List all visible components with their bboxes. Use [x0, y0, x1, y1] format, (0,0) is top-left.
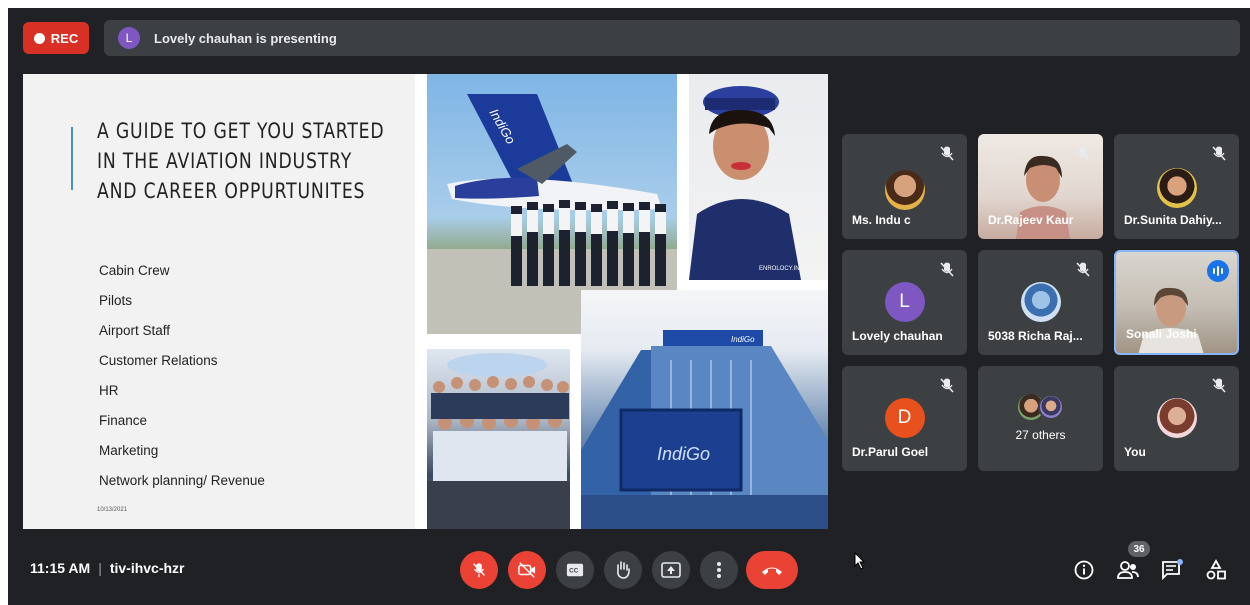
career-item: Pilots	[99, 293, 133, 308]
participant-tile[interactable]: Dr.Sunita Dahiy...	[1114, 134, 1239, 239]
more-options-button[interactable]	[700, 551, 738, 589]
participant-name: Dr.Parul Goel	[852, 445, 929, 459]
participant-name: Lovely chauhan	[852, 329, 943, 343]
mic-off-icon	[1076, 262, 1090, 277]
participant-video	[1138, 287, 1204, 353]
participant-avatar: L	[884, 282, 925, 322]
chat-icon	[1162, 559, 1183, 581]
recording-label: REC	[50, 30, 79, 46]
participant-avatar	[1020, 282, 1061, 322]
participant-avatar	[1038, 394, 1064, 420]
participant-name: Ms. Indu c	[852, 213, 911, 227]
slide-text-panel: A GUIDE TO GET YOU STARTED IN THE AVIATI…	[23, 74, 415, 529]
career-item: Customer Relations	[99, 353, 218, 368]
leave-call-icon	[762, 567, 782, 575]
career-item: Airport Staff	[99, 323, 171, 338]
camera-toggle-button[interactable]	[508, 551, 546, 589]
meeting-code: tiv-ihvc-hzr	[109, 560, 185, 576]
present-now-button[interactable]	[652, 551, 690, 589]
participant-avatar	[884, 170, 925, 210]
participant-tile[interactable]: 5038 Richa Raj...	[978, 250, 1103, 355]
career-item: Network planning/ Revenue	[99, 473, 265, 488]
self-tile[interactable]: You	[1114, 366, 1239, 471]
others-count: 27 others	[1015, 428, 1066, 442]
recording-indicator[interactable]: REC	[23, 22, 89, 54]
participants-button[interactable]	[1116, 558, 1140, 582]
captions-button[interactable]: CC	[556, 551, 594, 589]
mic-off-icon	[1076, 146, 1090, 161]
staff-group-photo	[427, 349, 570, 529]
participant-avatar: D	[884, 398, 925, 438]
mic-off-icon	[1212, 378, 1226, 393]
slide-title: A GUIDE TO GET YOU STARTED IN THE AVIATI…	[97, 116, 385, 206]
mic-off-icon	[940, 378, 954, 393]
participant-name: Sonali Joshi	[1126, 327, 1197, 341]
current-time: 11:15 AM	[30, 560, 91, 576]
participant-avatar	[1156, 168, 1197, 208]
raise-hand-icon	[617, 561, 630, 579]
participant-tile[interactable]: Sonali Joshi	[1114, 250, 1239, 355]
career-item: Cabin Crew	[99, 263, 170, 278]
meeting-info: 11:15 AM | tiv-ihvc-hzr	[30, 560, 185, 576]
career-item: HR	[99, 383, 119, 398]
activities-button[interactable]	[1204, 558, 1228, 582]
slide-title-line: AND CAREER OPPURTUNITES	[97, 179, 366, 203]
activities-icon	[1206, 559, 1226, 580]
participant-tile[interactable]: D Dr.Parul Goel	[842, 366, 967, 471]
shared-presentation: A GUIDE TO GET YOU STARTED IN THE AVIATI…	[23, 74, 828, 529]
separator: |	[98, 560, 102, 576]
participant-tile[interactable]: Ms. Indu c	[842, 134, 967, 239]
mic-off-icon	[940, 262, 954, 277]
people-icon	[1117, 561, 1139, 579]
mouse-cursor-icon	[854, 552, 866, 570]
participant-count-badge: 36	[1128, 541, 1150, 557]
participant-name: Dr.Sunita Dahiy...	[1124, 213, 1222, 227]
more-options-icon	[717, 562, 721, 578]
others-tile[interactable]: 27 others	[978, 366, 1103, 471]
camera-off-icon	[518, 562, 536, 578]
leave-call-button[interactable]	[746, 551, 798, 589]
slide-title-line: IN THE AVIATION INDUSTRY	[97, 149, 353, 173]
present-screen-icon	[661, 562, 681, 578]
slide-title-line: A GUIDE TO GET YOU STARTED	[97, 119, 385, 143]
career-item: Marketing	[99, 443, 159, 458]
mic-off-icon	[1212, 146, 1226, 161]
meet-window: REC L Lovely chauhan is presenting A GUI…	[8, 8, 1250, 605]
participant-tile[interactable]: Dr.Rajeev Kaur	[978, 134, 1103, 239]
meeting-details-button[interactable]	[1072, 558, 1096, 582]
watermark-text: ENROLOCY.IN	[759, 266, 800, 272]
participant-name: 5038 Richa Raj...	[988, 329, 1083, 343]
career-list: Cabin Crew Pilots Airport Staff Customer…	[99, 256, 265, 496]
career-item: Finance	[99, 413, 148, 428]
slide-date: 10/13/2021	[97, 507, 128, 513]
mic-off-icon	[940, 146, 954, 161]
chat-button[interactable]	[1160, 558, 1184, 582]
muted-mic-icon	[473, 563, 485, 578]
slide-accent-bar	[71, 127, 73, 190]
presenting-text: Lovely chauhan is presenting	[154, 30, 337, 46]
info-icon	[1074, 560, 1094, 580]
svg-text:CC: CC	[569, 568, 579, 575]
participant-name: You	[1124, 445, 1146, 459]
presenting-banner: L Lovely chauhan is presenting	[104, 20, 1240, 56]
presenter-avatar: L	[118, 27, 140, 49]
raise-hand-button[interactable]	[604, 551, 642, 589]
participant-tile[interactable]: L Lovely chauhan	[842, 250, 967, 355]
building-sign-text: IndiGo	[657, 444, 710, 464]
participant-name: Dr.Rajeev Kaur	[988, 213, 1074, 227]
participant-avatar	[1156, 398, 1197, 438]
building-top-sign: IndiGo	[731, 335, 755, 344]
indigo-building-photo: IndiGo IndiGo	[581, 290, 828, 529]
flight-attendant-photo: ENROLOCY.IN	[689, 74, 828, 280]
record-dot-icon	[33, 32, 45, 44]
speaking-indicator-icon	[1207, 260, 1229, 282]
closed-captions-icon: CC	[566, 563, 584, 577]
mic-toggle-button[interactable]	[460, 551, 498, 589]
